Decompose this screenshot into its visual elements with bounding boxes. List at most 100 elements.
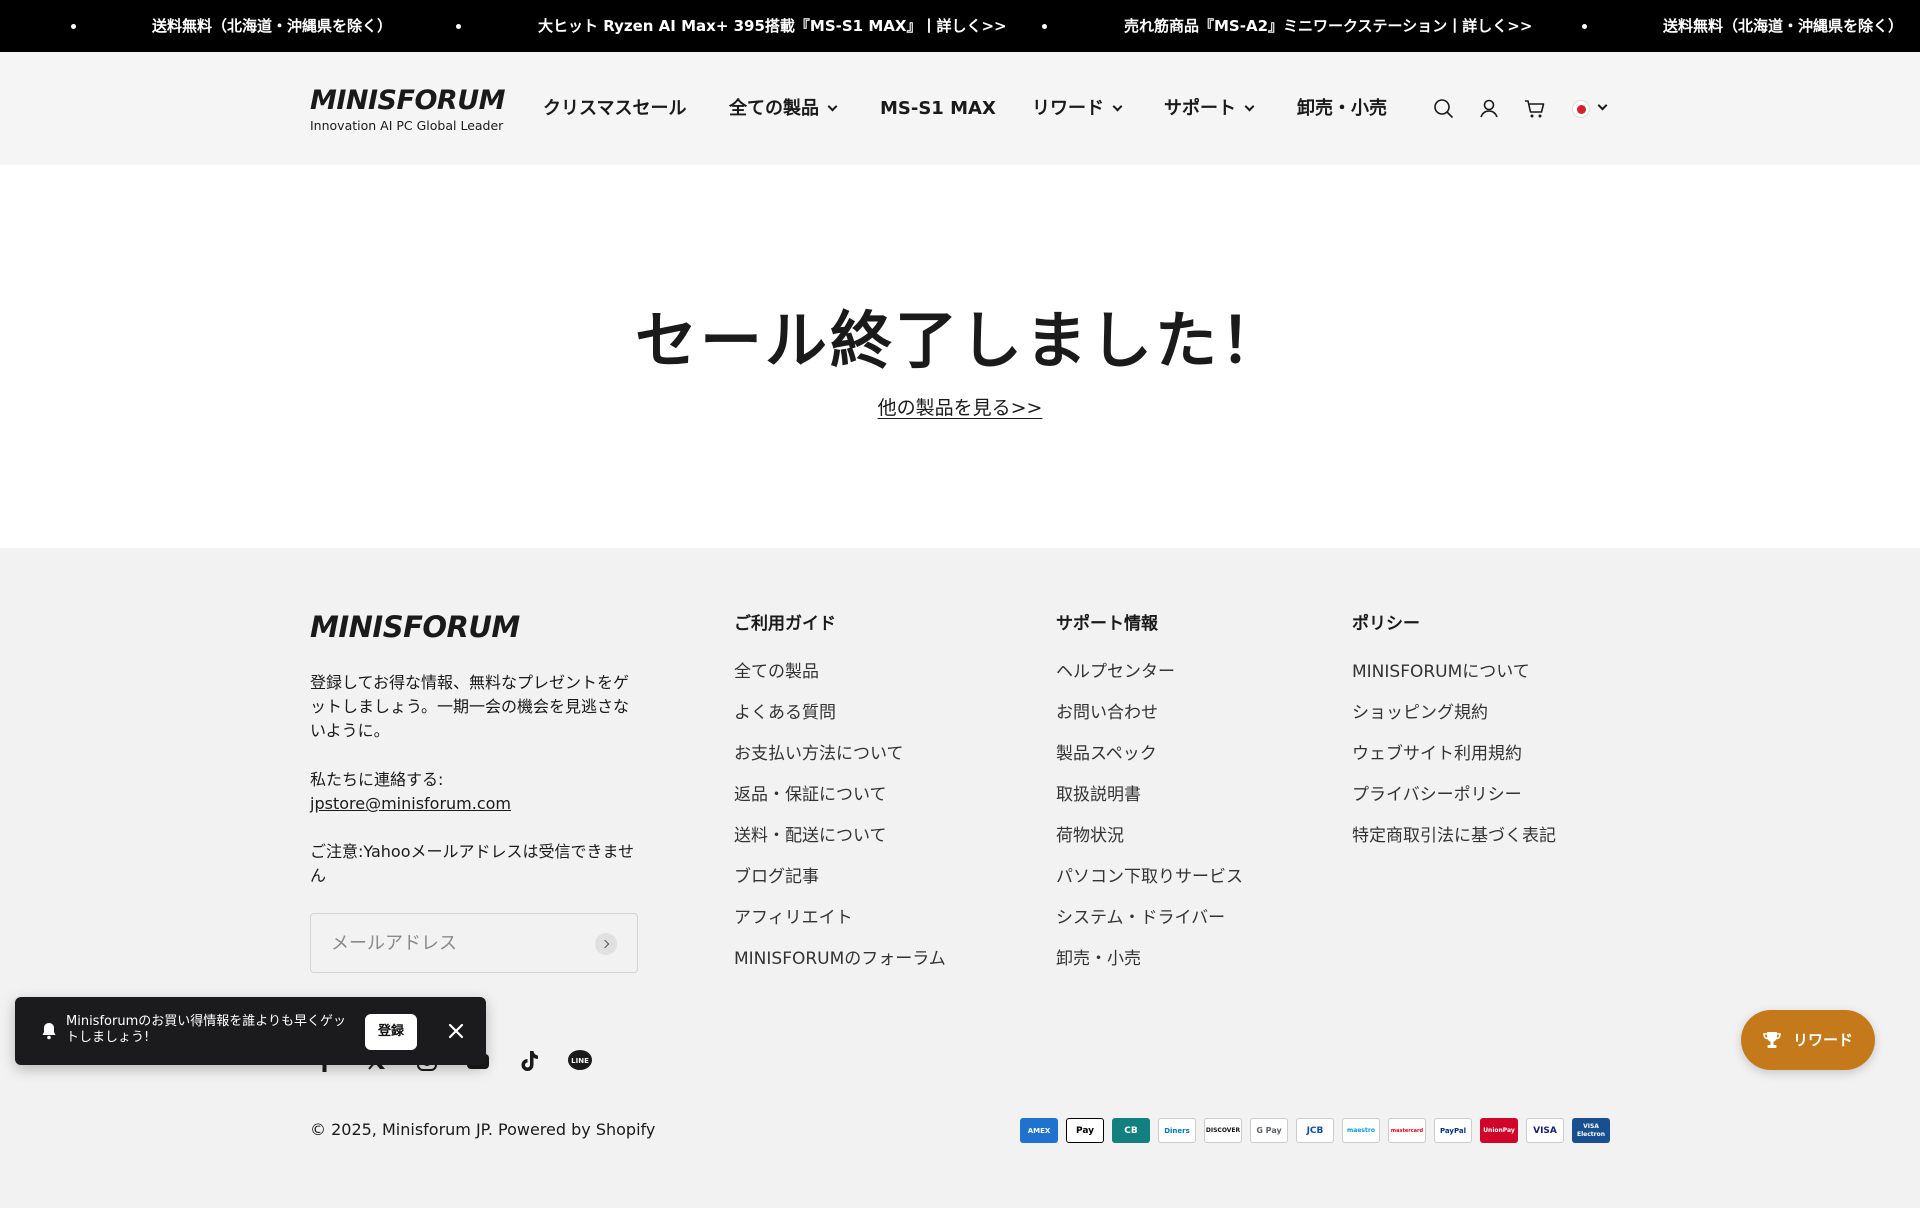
separator-dot (1582, 24, 1587, 29)
popup-message: Minisforumのお買い得情報を誰よりも早くゲットしましょう! (66, 1014, 346, 1045)
footer-link[interactable]: よくある質問 (734, 693, 946, 734)
email-input[interactable] (331, 914, 591, 972)
footer-col-title: ポリシー (1352, 614, 1420, 634)
tiktok-icon[interactable] (514, 1046, 544, 1076)
newsletter-form (310, 913, 638, 973)
nav-label: リワード (1032, 98, 1104, 119)
flag-sun (1577, 105, 1586, 114)
footer-logo[interactable]: MINISFORUM (310, 610, 520, 644)
diners-club-icon: Diners (1158, 1118, 1196, 1143)
nav-label: MS-S1 MAX (880, 98, 996, 119)
trophy-icon (1763, 1032, 1781, 1048)
nav-ms-s1-max[interactable]: MS-S1 MAX (880, 95, 996, 123)
visa-icon: VISA (1526, 1118, 1564, 1143)
announcement-ms-s1-max[interactable]: 大ヒット Ryzen AI Max+ 395搭載『MS-S1 MAX』丨詳しく>… (538, 0, 1007, 52)
nav-wholesale[interactable]: 卸売・小売 (1297, 95, 1387, 123)
chevron-down-icon (1244, 101, 1255, 112)
more-products-link-wrap: 他の製品を見る>> (0, 393, 1920, 420)
japan-flag-icon[interactable] (1572, 100, 1590, 118)
visa-electron-icon: VISA Electron (1572, 1118, 1610, 1143)
jcb-icon: JCB (1296, 1118, 1334, 1143)
contact-email-link[interactable]: jpstore@minisforum.com (310, 794, 511, 813)
rewards-button[interactable]: リワード (1741, 1010, 1875, 1070)
account-icon[interactable] (1476, 96, 1502, 122)
google-pay-icon: G Pay (1250, 1118, 1288, 1143)
main-content: セール終了しました！ 他の製品を見る>> (0, 165, 1920, 548)
footer-link[interactable]: 返品・保証について (734, 775, 946, 816)
footer-col-title: サポート情報 (1056, 614, 1158, 634)
footer-link[interactable]: 取扱説明書 (1056, 775, 1243, 816)
contact-block: 私たちに連絡する: jpstore@minisforum.com (310, 768, 640, 816)
separator-dot (1042, 24, 1047, 29)
svg-text:LINE: LINE (571, 1057, 589, 1065)
footer-link[interactable]: 特定商取引法に基づく表記 (1352, 816, 1556, 857)
yahoo-notice: ご注意:Yahooメールアドレスは受信できません (310, 842, 635, 885)
footer-link[interactable]: ブログ記事 (734, 857, 946, 898)
signup-text: 登録してお得な情報、無料なプレゼントをゲットしましょう。一期一会の機会を見逃さな… (310, 673, 630, 740)
footer-link[interactable]: お問い合わせ (1056, 693, 1243, 734)
footer-link[interactable]: ショッピング規約 (1352, 693, 1556, 734)
separator-dot (71, 24, 76, 29)
search-icon[interactable] (1431, 96, 1457, 122)
site-header: MINISFORUM Innovation AI PC Global Leade… (0, 52, 1920, 165)
nav-label: クリスマスセール (543, 98, 687, 119)
page-title: セール終了しました！ (634, 304, 1285, 377)
apple-pay-icon: Pay (1066, 1118, 1104, 1143)
more-products-link[interactable]: 他の製品を見る>> (878, 397, 1043, 419)
site-logo[interactable]: MINISFORUM Innovation AI PC Global Leade… (310, 85, 505, 134)
contact-label: 私たちに連絡する: (310, 770, 444, 789)
announcement-bar: 送料無料（北海道・沖縄県を除く） 大ヒット Ryzen AI Max+ 395搭… (0, 0, 1920, 52)
paypal-icon: PayPal (1434, 1118, 1472, 1143)
chevron-down-icon[interactable] (1597, 100, 1608, 111)
footer-col-title: ご利用ガイド (734, 614, 836, 634)
announcement-free-shipping[interactable]: 送料無料（北海道・沖縄県を除く） (152, 0, 392, 52)
footer-link[interactable]: 製品スペック (1056, 734, 1243, 775)
separator-dot (456, 24, 461, 29)
chevron-down-icon (827, 101, 838, 112)
footer-link[interactable]: システム・ドライバー (1056, 898, 1243, 939)
unionpay-icon: UnionPay (1480, 1118, 1518, 1143)
nav-support[interactable]: サポート (1164, 95, 1255, 123)
maestro-icon: maestro (1342, 1118, 1380, 1143)
site-footer: MINISFORUM 登録してお得な情報、無料なプレゼントをゲットしましょう。一… (0, 548, 1920, 1208)
footer-link[interactable]: アフィリエイト (734, 898, 946, 939)
announcement-ms-a2[interactable]: 売れ筋商品『MS-A2』ミニワークステーション丨詳しく>> (1124, 0, 1532, 52)
mastercard-icon: mastercard (1388, 1118, 1426, 1143)
bell-icon (42, 1023, 56, 1040)
nav-christmas-sale[interactable]: クリスマスセール (543, 95, 686, 123)
rewards-label: リワード (1793, 1031, 1854, 1049)
nav-rewards[interactable]: リワード (1032, 95, 1123, 123)
amex-icon: AMEX (1020, 1118, 1058, 1143)
footer-col-policy: ポリシー MINISFORUMについて ショッピング規約 ウェブサイト利用規約 … (1352, 610, 1556, 857)
nav-label: サポート (1164, 98, 1236, 119)
popup-register-button[interactable]: 登録 (365, 1014, 417, 1050)
nav-all-products[interactable]: 全ての製品 (729, 95, 838, 123)
logo-tagline: Innovation AI PC Global Leader (310, 118, 504, 133)
announcement-free-shipping[interactable]: 送料無料（北海道・沖縄県を除く） (1663, 0, 1903, 52)
copyright-text: © 2025, Minisforum JP. Powered by Shopif… (310, 1120, 656, 1139)
line-icon[interactable]: LINE (565, 1046, 595, 1076)
footer-link[interactable]: 全ての製品 (734, 652, 946, 693)
footer-link[interactable]: パソコン下取りサービス (1056, 857, 1243, 898)
chevron-down-icon (1112, 101, 1123, 112)
close-icon[interactable] (446, 1021, 466, 1041)
footer-link[interactable]: ヘルプセンター (1056, 652, 1243, 693)
discover-icon: DISCOVER (1204, 1118, 1242, 1143)
footer-link[interactable]: MINISFORUMのフォーラム (734, 939, 946, 980)
nav-label: 全ての製品 (729, 98, 819, 119)
footer-link[interactable]: プライバシーポリシー (1352, 775, 1556, 816)
footer-col-support: サポート情報 ヘルプセンター お問い合わせ 製品スペック 取扱説明書 荷物状況 … (1056, 610, 1243, 980)
footer-link[interactable]: ウェブサイト利用規約 (1352, 734, 1556, 775)
newsletter-popup: Minisforumのお買い得情報を誰よりも早くゲットしましょう! 登録 (15, 997, 486, 1065)
footer-link[interactable]: MINISFORUMについて (1352, 652, 1556, 693)
footer-col-guide: ご利用ガイド 全ての製品 よくある質問 お支払い方法について 返品・保証について… (734, 610, 946, 980)
footer-link[interactable]: お支払い方法について (734, 734, 946, 775)
logo-wordmark: MINISFORUM (310, 85, 505, 116)
email-submit-button[interactable] (595, 933, 617, 955)
cart-icon[interactable] (1522, 96, 1548, 122)
footer-link[interactable]: 送料・配送について (734, 816, 946, 857)
nav-label: 卸売・小売 (1297, 98, 1387, 119)
cartes-bancaires-icon: CB (1112, 1118, 1150, 1143)
footer-link[interactable]: 荷物状況 (1056, 816, 1243, 857)
footer-link[interactable]: 卸売・小売 (1056, 939, 1243, 980)
